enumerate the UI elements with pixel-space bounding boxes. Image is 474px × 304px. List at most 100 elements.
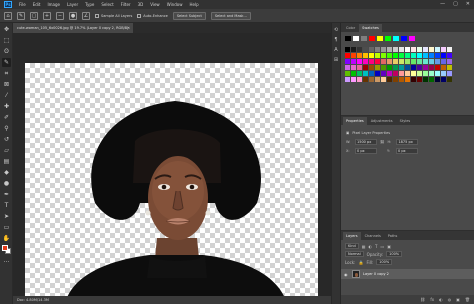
tab-paths[interactable]: Paths	[385, 232, 401, 240]
add-to-selection-icon[interactable]: +	[43, 11, 51, 20]
filter-adjustment-icon[interactable]: ◐	[369, 244, 373, 249]
swatch[interactable]	[377, 36, 383, 41]
opacity-field[interactable]: 100%	[386, 251, 403, 257]
swatch[interactable]	[441, 59, 446, 64]
swatch[interactable]	[435, 77, 440, 82]
swatch[interactable]	[435, 53, 440, 58]
swatch[interactable]	[447, 65, 452, 70]
quick-selection-preset-icon[interactable]: ✎	[17, 11, 25, 20]
menu-select[interactable]: Select	[101, 2, 113, 7]
swatch[interactable]	[357, 53, 362, 58]
swatch[interactable]	[369, 47, 374, 52]
swatch[interactable]	[369, 36, 375, 41]
menu-view[interactable]: View	[150, 2, 160, 7]
hand-tool-icon[interactable]: ✋	[2, 234, 11, 243]
new-selection-icon[interactable]: ▢	[30, 11, 38, 20]
character-panel-icon[interactable]: A	[333, 47, 339, 53]
swatch[interactable]	[447, 71, 452, 76]
swatch[interactable]	[393, 77, 398, 82]
swatch[interactable]	[417, 47, 422, 52]
swatch[interactable]	[375, 77, 380, 82]
menu-window[interactable]: Window	[167, 2, 183, 7]
swatch[interactable]	[345, 53, 350, 58]
swatch[interactable]	[417, 77, 422, 82]
swatch[interactable]	[405, 77, 410, 82]
swatch[interactable]	[399, 47, 404, 52]
gradient-tool-icon[interactable]: ▤	[2, 157, 11, 166]
blend-mode-select[interactable]: Normal	[345, 251, 364, 257]
swatch[interactable]	[423, 71, 428, 76]
swatch[interactable]	[375, 71, 380, 76]
swatch[interactable]	[375, 53, 380, 58]
swatch[interactable]	[393, 71, 398, 76]
swatch[interactable]	[369, 77, 374, 82]
add-mask-icon[interactable]: ◐	[439, 297, 443, 302]
quick-selection-tool-icon[interactable]: ✎	[2, 58, 11, 67]
swatch[interactable]	[429, 77, 434, 82]
tab-channels[interactable]: Channels	[362, 232, 384, 240]
brush-tool-icon[interactable]: ✐	[2, 113, 11, 122]
swatch[interactable]	[411, 77, 416, 82]
swatch[interactable]	[429, 65, 434, 70]
link-icon[interactable]: ⛓	[380, 140, 384, 144]
swatch[interactable]	[385, 36, 391, 41]
foreground-color-swatch[interactable]	[2, 245, 8, 251]
swatch[interactable]	[387, 59, 392, 64]
sample-all-layers-checkbox[interactable]: Sample All Layers	[95, 13, 132, 18]
swatch[interactable]	[411, 71, 416, 76]
photoshop-logo[interactable]: Ps	[4, 1, 12, 8]
swatch[interactable]	[351, 59, 356, 64]
swatch[interactable]	[351, 53, 356, 58]
select-and-mask-button[interactable]: Select and Mask...	[210, 11, 251, 20]
tab-styles[interactable]: Styles	[397, 117, 414, 125]
swatch[interactable]	[405, 59, 410, 64]
fill-field[interactable]: 100%	[376, 259, 393, 265]
swatch[interactable]	[353, 36, 359, 41]
swatch[interactable]	[447, 47, 452, 52]
menu-3d[interactable]: 3D	[138, 2, 144, 7]
swatch[interactable]	[423, 77, 428, 82]
document-canvas[interactable]	[25, 63, 318, 303]
swatch[interactable]	[411, 65, 416, 70]
swatch[interactable]	[387, 65, 392, 70]
layer-style-icon[interactable]: fx	[430, 297, 434, 302]
swatch[interactable]	[417, 71, 422, 76]
swatch[interactable]	[435, 71, 440, 76]
dodge-tool-icon[interactable]: ●	[2, 179, 11, 188]
eraser-tool-icon[interactable]: ▱	[2, 146, 11, 155]
swatch[interactable]	[393, 47, 398, 52]
move-tool-icon[interactable]: ✥	[2, 25, 11, 34]
swatch[interactable]	[447, 53, 452, 58]
close-window-icon[interactable]: ✕	[466, 1, 470, 7]
swatch[interactable]	[405, 47, 410, 52]
document-tab[interactable]: cute-woman_105_6x0026.jpg @ 19.7% (Layer…	[13, 23, 133, 33]
path-selection-tool-icon[interactable]: ➤	[2, 212, 11, 221]
swatch[interactable]	[417, 53, 422, 58]
swatch[interactable]	[363, 65, 368, 70]
filter-shape-icon[interactable]: ▭	[380, 244, 384, 249]
swatch[interactable]	[369, 59, 374, 64]
swatch[interactable]	[381, 77, 386, 82]
swatch[interactable]	[381, 47, 386, 52]
swatch[interactable]	[363, 71, 368, 76]
swatch[interactable]	[409, 36, 415, 41]
home-icon[interactable]: ⌂	[4, 11, 12, 20]
y-field[interactable]: 0 px	[396, 147, 418, 154]
eyedropper-tool-icon[interactable]: ⁄	[2, 91, 11, 100]
swatch[interactable]	[393, 65, 398, 70]
swatch[interactable]	[351, 77, 356, 82]
swatch[interactable]	[405, 65, 410, 70]
swatch[interactable]	[429, 71, 434, 76]
swatch[interactable]	[345, 47, 350, 52]
swatch[interactable]	[387, 53, 392, 58]
swatch[interactable]	[369, 53, 374, 58]
swatch[interactable]	[351, 65, 356, 70]
brush-size-icon[interactable]: ●	[69, 11, 77, 20]
swatch[interactable]	[345, 65, 350, 70]
swatch[interactable]	[393, 36, 399, 41]
swatch[interactable]	[441, 65, 446, 70]
swatch[interactable]	[351, 71, 356, 76]
minimize-icon[interactable]: —	[440, 1, 445, 7]
link-layers-icon[interactable]: ⛓	[420, 297, 425, 302]
swatch[interactable]	[375, 47, 380, 52]
